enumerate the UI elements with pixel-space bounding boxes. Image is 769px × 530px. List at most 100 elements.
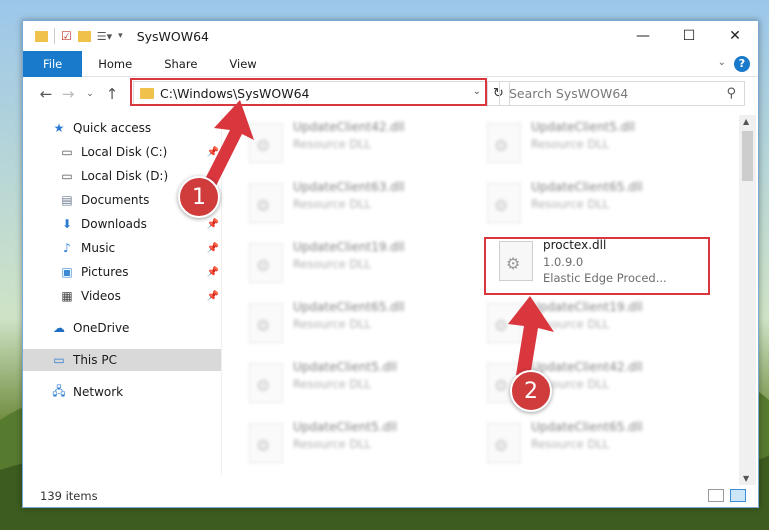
tab-file[interactable]: File bbox=[23, 50, 83, 77]
file-item[interactable]: UpdateClient42.dll Resource DLL bbox=[249, 119, 469, 173]
pane-divider[interactable] bbox=[221, 115, 222, 475]
sidebar-item-quick-access[interactable]: ★ Quick access bbox=[23, 117, 221, 139]
sidebar-item-local-disk-c[interactable]: ▭ Local Disk (C:) 📌 bbox=[23, 141, 221, 163]
file-name: UpdateClient65.dll bbox=[293, 300, 405, 314]
recent-locations-button[interactable]: ⌄ bbox=[79, 83, 101, 105]
pin-icon[interactable]: 📌 bbox=[207, 291, 219, 302]
forward-button[interactable]: → bbox=[57, 83, 79, 105]
file-description: Resource DLL bbox=[531, 437, 610, 451]
file-item[interactable]: UpdateClient65.dll Resource DLL bbox=[487, 179, 707, 233]
drive-icon: ▭ bbox=[61, 169, 73, 183]
file-item[interactable]: UpdateClient65.dll Resource DLL bbox=[249, 299, 469, 353]
sidebar-item-label: Local Disk (C:) bbox=[81, 145, 168, 159]
properties-icon[interactable]: ☑ bbox=[61, 29, 72, 43]
maximize-button[interactable]: ☐ bbox=[666, 21, 712, 51]
file-name: UpdateClient5.dll bbox=[531, 120, 635, 134]
minimize-button[interactable]: — bbox=[620, 21, 666, 51]
address-bar[interactable]: C:\Windows\SysWOW64 ⌄ bbox=[133, 81, 488, 106]
drive-icon: ▭ bbox=[61, 145, 73, 159]
status-bar: 139 items bbox=[23, 485, 758, 507]
file-name: UpdateClient19.dll bbox=[293, 240, 405, 254]
item-count: 139 items bbox=[40, 489, 98, 503]
pin-icon[interactable]: 📌 bbox=[207, 147, 219, 158]
file-name: UpdateClient65.dll bbox=[531, 180, 643, 194]
sidebar-item-label: OneDrive bbox=[73, 321, 130, 335]
search-icon: ⚲ bbox=[726, 86, 736, 101]
file-list: UpdateClient42.dll Resource DLL UpdateCli… bbox=[231, 115, 741, 477]
ribbon-tabs: File Home Share View ⌄ ? bbox=[23, 50, 758, 77]
dll-file-icon bbox=[249, 303, 283, 343]
up-button[interactable]: ↑ bbox=[101, 83, 123, 105]
file-item-proctex[interactable]: proctex.dll 1.0.9.0 Elastic Edge Proced.… bbox=[499, 237, 719, 291]
sidebar-item-network[interactable]: 🖧 Network bbox=[23, 381, 221, 403]
dll-file-icon bbox=[249, 123, 283, 163]
file-item[interactable]: UpdateClient63.dll Resource DLL bbox=[249, 179, 469, 233]
back-button[interactable]: ← bbox=[35, 83, 57, 105]
file-description: Resource DLL bbox=[293, 137, 372, 151]
new-folder-icon[interactable] bbox=[77, 30, 91, 42]
scrollbar-thumb[interactable] bbox=[742, 131, 753, 181]
details-view-button[interactable] bbox=[708, 489, 724, 502]
sidebar-item-videos[interactable]: ▦ Videos 📌 bbox=[23, 285, 221, 307]
file-item[interactable]: UpdateClient65.dll Resource DLL bbox=[487, 419, 707, 473]
folder-icon bbox=[140, 88, 154, 99]
dll-file-icon bbox=[487, 183, 521, 223]
sidebar-item-label: Quick access bbox=[73, 121, 152, 135]
large-icons-view-button[interactable] bbox=[730, 489, 746, 502]
navigation-bar: ← → ⌄ ↑ C:\Windows\SysWOW64 ⌄ ↻ Search S… bbox=[23, 78, 758, 110]
sidebar-item-pictures[interactable]: ▣ Pictures 📌 bbox=[23, 261, 221, 283]
pictures-icon: ▣ bbox=[61, 265, 73, 279]
sidebar-item-label: Music bbox=[81, 241, 116, 255]
dll-file-icon bbox=[249, 363, 283, 403]
pin-icon[interactable]: 📌 bbox=[207, 243, 219, 254]
file-description: Resource DLL bbox=[531, 137, 610, 151]
search-placeholder: Search SysWOW64 bbox=[509, 86, 629, 101]
dropdown-arrow-icon[interactable]: ▾ bbox=[118, 31, 123, 41]
file-item[interactable]: UpdateClient19.dll Resource DLL bbox=[249, 239, 469, 293]
pin-icon[interactable]: 📌 bbox=[207, 219, 219, 230]
file-item[interactable]: UpdateClient5.dll Resource DLL bbox=[487, 119, 707, 173]
sidebar-item-label: Local Disk (D:) bbox=[81, 169, 169, 183]
help-icon[interactable]: ? bbox=[734, 56, 750, 72]
file-item[interactable]: UpdateClient19.dll Resource DLL bbox=[487, 299, 707, 353]
file-name: UpdateClient19.dll bbox=[531, 300, 643, 314]
star-icon: ★ bbox=[53, 121, 65, 135]
tab-view[interactable]: View bbox=[213, 51, 272, 77]
dll-file-icon bbox=[249, 183, 283, 223]
file-description: Resource DLL bbox=[293, 437, 372, 451]
dll-file-icon bbox=[487, 303, 521, 343]
vertical-scrollbar[interactable]: ▲ ▼ bbox=[739, 115, 756, 485]
document-icon: ▤ bbox=[61, 193, 73, 207]
folder-icon[interactable] bbox=[35, 30, 48, 42]
sidebar-item-label: Documents bbox=[81, 193, 150, 207]
address-path: C:\Windows\SysWOW64 bbox=[160, 86, 310, 101]
expand-ribbon-icon[interactable]: ⌄ bbox=[718, 57, 726, 68]
sidebar-item-label: This PC bbox=[73, 353, 117, 367]
sidebar-item-this-pc[interactable]: ▭ This PC bbox=[23, 349, 221, 371]
scroll-down-icon[interactable]: ▼ bbox=[743, 474, 749, 483]
file-description: Elastic Edge Proced... bbox=[543, 271, 667, 285]
quick-access-toolbar: ☑ ☰▾ ▾ bbox=[23, 28, 123, 44]
file-name: UpdateClient5.dll bbox=[293, 360, 397, 374]
scroll-up-icon[interactable]: ▲ bbox=[743, 117, 749, 126]
view-toggle bbox=[708, 489, 746, 502]
file-item[interactable]: UpdateClient5.dll Resource DLL bbox=[249, 419, 469, 473]
tab-home[interactable]: Home bbox=[82, 51, 148, 77]
close-button[interactable]: ✕ bbox=[712, 21, 758, 51]
title-bar: ☑ ☰▾ ▾ SysWOW64 — ☐ ✕ bbox=[23, 21, 758, 51]
customize-toolbar-icon[interactable]: ☰▾ bbox=[97, 30, 112, 43]
network-icon: 🖧 bbox=[52, 383, 66, 398]
address-dropdown-icon[interactable]: ⌄ bbox=[473, 86, 481, 97]
dll-file-icon bbox=[499, 241, 533, 281]
file-description: Resource DLL bbox=[293, 317, 372, 331]
file-name: UpdateClient63.dll bbox=[293, 180, 405, 194]
file-name: UpdateClient65.dll bbox=[531, 420, 643, 434]
search-input[interactable]: Search SysWOW64 ⚲ bbox=[499, 81, 745, 106]
tab-share[interactable]: Share bbox=[148, 51, 213, 77]
sidebar-item-onedrive[interactable]: ☁ OneDrive bbox=[23, 317, 221, 339]
computer-icon: ▭ bbox=[53, 353, 65, 367]
file-item[interactable]: UpdateClient5.dll Resource DLL bbox=[249, 359, 469, 413]
file-name: UpdateClient42.dll bbox=[531, 360, 643, 374]
pin-icon[interactable]: 📌 bbox=[207, 267, 219, 278]
sidebar-item-music[interactable]: ♪ Music 📌 bbox=[23, 237, 221, 259]
